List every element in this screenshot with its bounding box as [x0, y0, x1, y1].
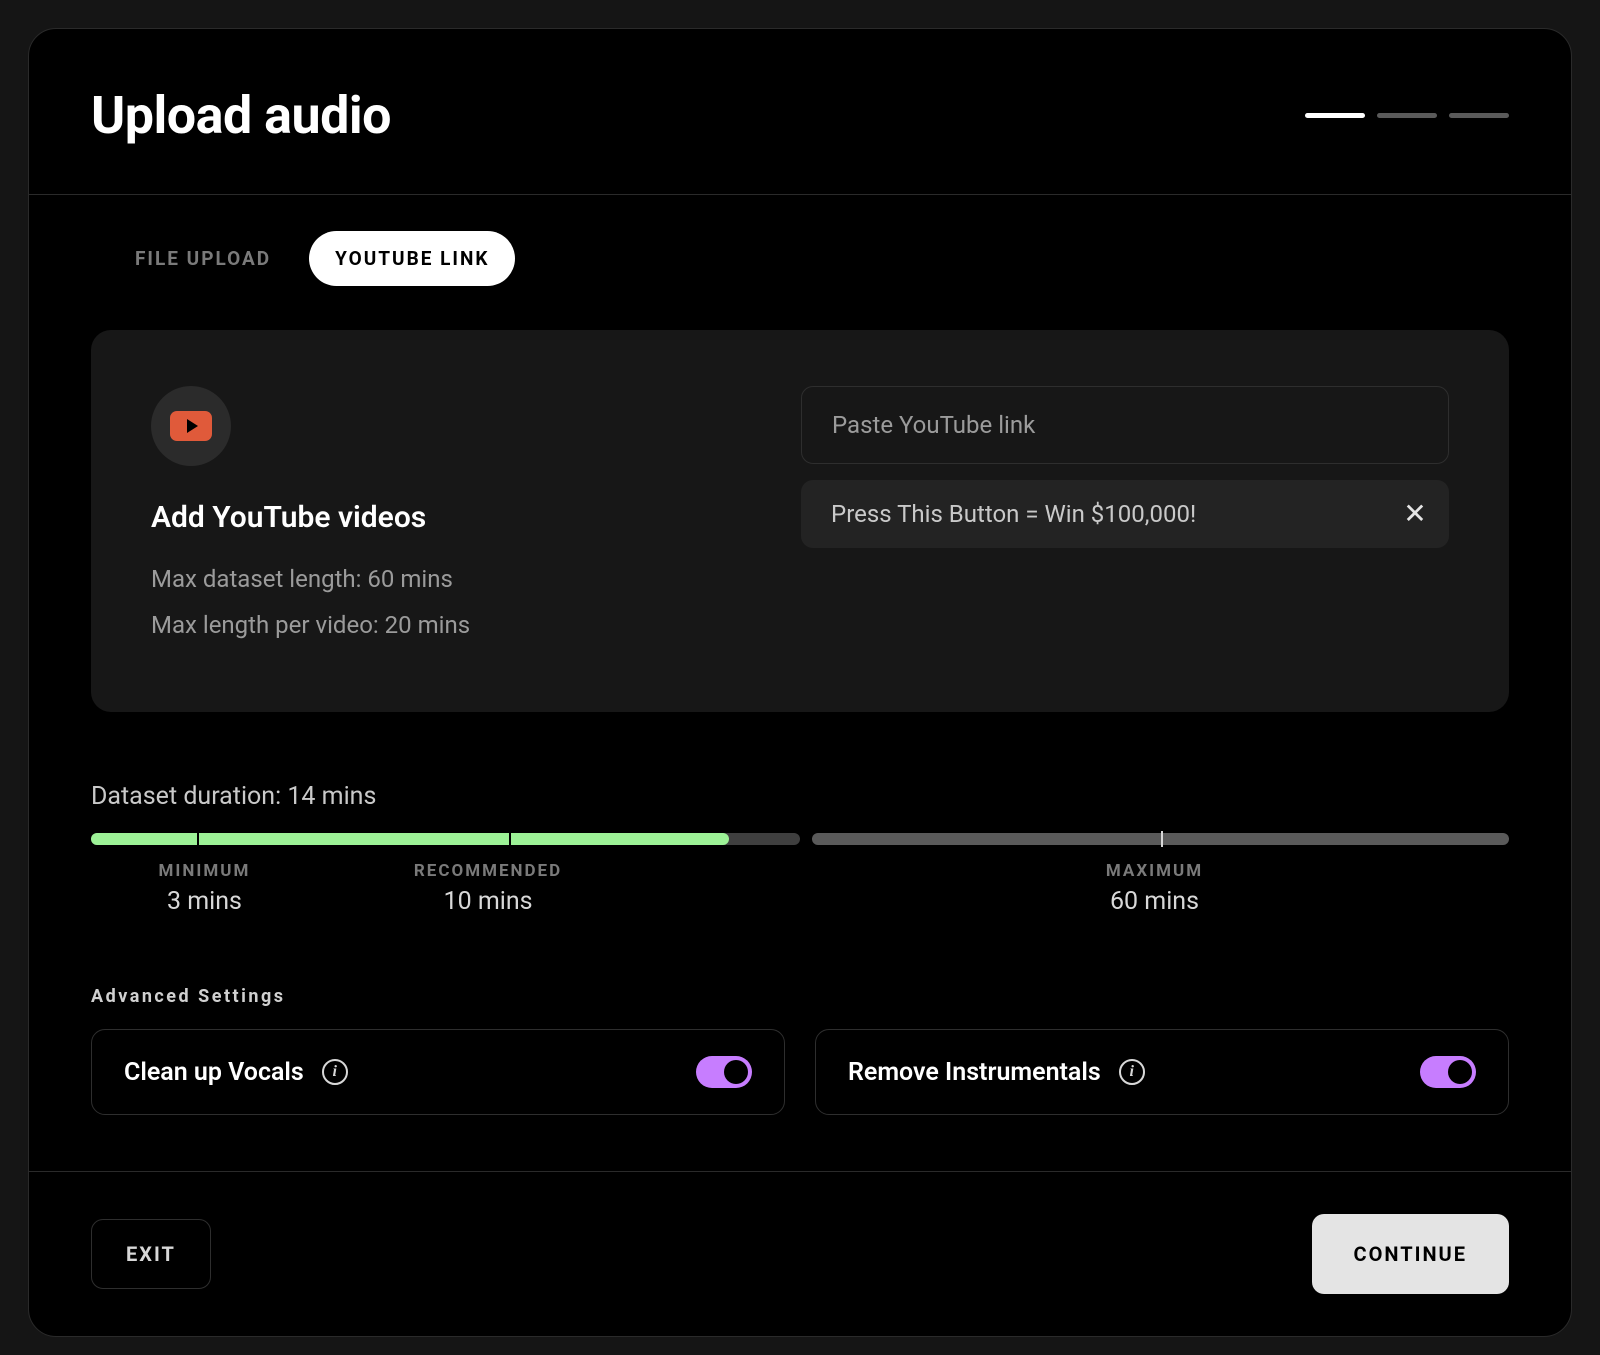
option-clean-up-vocals: Clean up Vocals i	[91, 1029, 785, 1115]
meter-tick-mid	[1161, 831, 1163, 847]
youtube-icon	[170, 411, 212, 441]
meter-min-head: Minimum	[91, 861, 318, 881]
tab-file-upload[interactable]: File upload	[109, 231, 297, 286]
step-indicator	[1305, 113, 1509, 118]
exit-button[interactable]: Exit	[91, 1219, 211, 1289]
modal-content: File upload YouTube link Add YouTube vid…	[29, 195, 1571, 1171]
meter-max-value: 60 mins	[800, 887, 1509, 916]
meter-col-min: Minimum 3 mins	[91, 861, 318, 916]
meter-divider-min	[197, 833, 199, 845]
option-clean-up-vocals-label: Clean up Vocals	[124, 1058, 304, 1087]
meter-col-rec: Recommended 10 mins	[318, 861, 658, 916]
tab-youtube-link[interactable]: YouTube link	[309, 231, 515, 286]
toggle-remove-instrumentals[interactable]	[1420, 1056, 1476, 1088]
duration-label: Dataset duration: 14 mins	[91, 782, 1509, 811]
duration-meter-left	[91, 833, 800, 845]
info-icon[interactable]: i	[322, 1059, 348, 1085]
info-icon[interactable]: i	[1119, 1059, 1145, 1085]
youtube-panel-inputs: Press This Button = Win $100,000! ✕	[801, 386, 1449, 648]
youtube-panel-info: Add YouTube videos Max dataset length: 6…	[151, 386, 761, 648]
duration-meter-right	[812, 833, 1509, 845]
duration-meter-labels: Minimum 3 mins Recommended 10 mins Maxim…	[91, 861, 1509, 916]
meter-min-value: 3 mins	[91, 887, 318, 916]
close-icon: ✕	[1403, 500, 1426, 528]
meter-rec-head: Recommended	[318, 861, 658, 881]
step-dot-3	[1449, 113, 1509, 118]
modal-footer: Exit Continue	[29, 1171, 1571, 1336]
duration-block: Dataset duration: 14 mins Minimum 3 mins	[91, 782, 1509, 916]
advanced-settings-title: Advanced Settings	[91, 986, 1509, 1007]
advanced-settings-row: Clean up Vocals i Remove Instrumentals i	[91, 1029, 1509, 1115]
page-title: Upload audio	[91, 85, 391, 146]
modal-card: Upload audio File upload YouTube link Ad…	[28, 28, 1572, 1337]
upload-tabs: File upload YouTube link	[109, 231, 1509, 286]
youtube-panel: Add YouTube videos Max dataset length: 6…	[91, 330, 1509, 712]
modal-header: Upload audio	[29, 29, 1571, 195]
meter-col-max: Maximum 60 mins	[800, 861, 1509, 916]
step-dot-1	[1305, 113, 1365, 118]
youtube-link-input[interactable]	[801, 386, 1449, 464]
meter-rec-value: 10 mins	[318, 887, 658, 916]
youtube-panel-line1: Max dataset length: 60 mins	[151, 557, 761, 603]
duration-meter	[91, 833, 1509, 845]
step-dot-2	[1377, 113, 1437, 118]
duration-meter-fill	[91, 833, 729, 845]
youtube-link-chip-title: Press This Button = Win $100,000!	[831, 500, 1196, 528]
meter-divider-rec	[509, 833, 511, 845]
youtube-link-chip: Press This Button = Win $100,000! ✕	[801, 480, 1449, 548]
youtube-panel-heading: Add YouTube videos	[151, 500, 761, 535]
advanced-settings: Advanced Settings Clean up Vocals i Remo…	[91, 986, 1509, 1115]
toggle-clean-up-vocals[interactable]	[696, 1056, 752, 1088]
remove-link-button[interactable]: ✕	[1401, 500, 1429, 528]
continue-button[interactable]: Continue	[1312, 1214, 1510, 1294]
meter-max-head: Maximum	[800, 861, 1509, 881]
youtube-icon-circle	[151, 386, 231, 466]
option-remove-instrumentals-label: Remove Instrumentals	[848, 1058, 1101, 1087]
youtube-panel-line2: Max length per video: 20 mins	[151, 603, 761, 649]
option-remove-instrumentals: Remove Instrumentals i	[815, 1029, 1509, 1115]
